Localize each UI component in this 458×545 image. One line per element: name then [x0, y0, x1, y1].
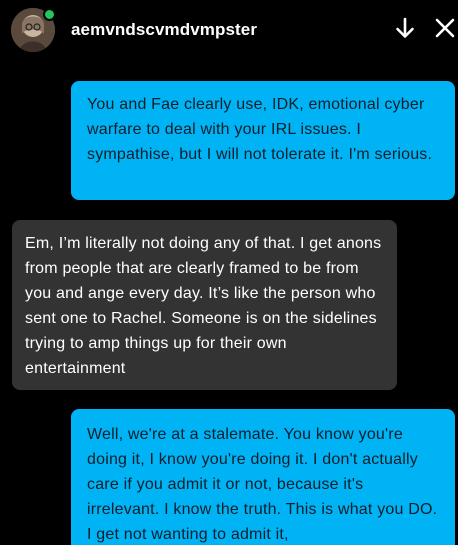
message-text: You and Fae clearly use, IDK, emotional …	[87, 96, 433, 163]
message-bubble-sent: Well, we're at a stalemate. You know you…	[71, 409, 455, 545]
arrow-down-icon	[396, 17, 414, 38]
message-text: Em, I’m literally not doing any of that.…	[25, 235, 382, 377]
close-icon	[435, 18, 455, 38]
chat-window: aemvndscvmdvmpster You and Fae clearly u…	[0, 0, 458, 545]
chat-header: aemvndscvmdvmpster	[0, 0, 458, 62]
chat-username[interactable]: aemvndscvmdvmpster	[71, 20, 257, 40]
scroll-down-button[interactable]	[392, 15, 418, 41]
message-bubble-sent: You and Fae clearly use, IDK, emotional …	[71, 81, 455, 200]
close-chat-button[interactable]	[432, 15, 458, 41]
online-status-icon	[43, 8, 56, 21]
message-text: Well, we're at a stalemate. You know you…	[87, 426, 438, 543]
message-bubble-received: Em, I’m literally not doing any of that.…	[12, 220, 397, 390]
